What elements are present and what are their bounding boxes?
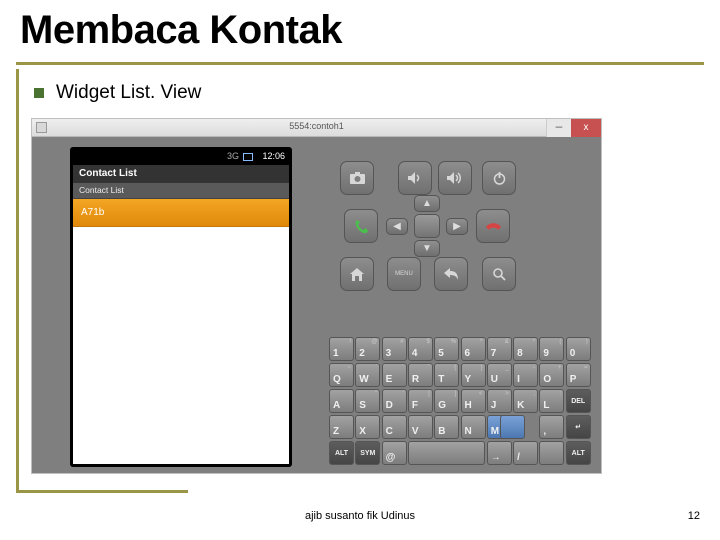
key-t[interactable]: T{	[434, 363, 459, 387]
power-button[interactable]	[482, 161, 516, 195]
volume-up-button[interactable]	[438, 161, 472, 195]
footer-text: ajib susanto fik Udinus	[0, 510, 720, 522]
key-[interactable]	[408, 441, 486, 465]
app-subtitle: Contact List	[73, 183, 289, 199]
key-g[interactable]: G]	[434, 389, 459, 413]
key-v[interactable]: V	[408, 415, 433, 439]
search-button[interactable]	[482, 257, 516, 291]
hangup-button[interactable]	[476, 209, 510, 243]
key-k[interactable]: K;	[513, 389, 538, 413]
key-alt[interactable]: ALT	[566, 441, 591, 465]
accent-bottom	[16, 490, 188, 493]
key-d[interactable]: D'	[382, 389, 407, 413]
key-x[interactable]: X	[355, 415, 380, 439]
key-e[interactable]: E´	[382, 363, 407, 387]
key-0[interactable]: 0)	[566, 337, 591, 361]
title-underline	[16, 62, 704, 65]
menu-button[interactable]: MENU	[387, 257, 421, 291]
key-2[interactable]: 2@	[355, 337, 380, 361]
dpad-left[interactable]: ◀	[386, 218, 408, 235]
close-button[interactable]: x	[571, 119, 601, 137]
camera-button[interactable]	[340, 161, 374, 195]
list-item-selected[interactable]: A71b	[73, 199, 289, 227]
key-z[interactable]: Z	[329, 415, 354, 439]
key-[interactable]	[500, 415, 525, 439]
key-l[interactable]: L:	[539, 389, 564, 413]
accent-left	[16, 69, 19, 493]
key-i[interactable]: I-	[513, 363, 538, 387]
dpad: ▲ ▼ ◀ ▶	[385, 199, 469, 253]
key-j[interactable]: J>	[487, 389, 512, 413]
key-3[interactable]: 3#	[382, 337, 407, 361]
key-4[interactable]: 4$	[408, 337, 433, 361]
minimize-button[interactable]: –	[546, 119, 571, 137]
key-[interactable]	[539, 441, 564, 465]
key-r[interactable]: R¯	[408, 363, 433, 387]
home-button[interactable]	[340, 257, 374, 291]
key-n[interactable]: N	[461, 415, 486, 439]
window-title: 5554:contoh1	[289, 121, 344, 131]
call-button[interactable]	[344, 209, 378, 243]
key-1[interactable]: 1!	[329, 337, 354, 361]
key-u[interactable]: U_	[487, 363, 512, 387]
key-y[interactable]: Y}	[461, 363, 486, 387]
key-7[interactable]: 7&	[487, 337, 512, 361]
window-icon	[36, 122, 47, 133]
app-title: Contact List	[73, 165, 289, 183]
keyboard: 1!2@3#4$5%6^7&8*9(0) Q~W`E´R¯T{Y}U_I-O+P=…	[329, 337, 593, 467]
key-a[interactable]: A	[329, 389, 354, 413]
key-6[interactable]: 6^	[461, 337, 486, 361]
key-/[interactable]: /	[513, 441, 538, 465]
titlebar: 5554:contoh1 – x	[32, 119, 601, 137]
emulator-window: 5554:contoh1 – x 3G 12:06 Contact List C…	[31, 118, 602, 474]
dpad-center[interactable]	[414, 214, 440, 238]
dpad-down[interactable]: ▼	[414, 240, 440, 257]
key-q[interactable]: Q~	[329, 363, 354, 387]
key-9[interactable]: 9(	[539, 337, 564, 361]
dpad-right[interactable]: ▶	[446, 218, 468, 235]
key-c[interactable]: C	[382, 415, 407, 439]
key-↵[interactable]: ↵	[566, 415, 591, 439]
key-5[interactable]: 5%	[434, 337, 459, 361]
signal-icon: 3G	[227, 151, 239, 161]
key-,[interactable]: ,	[539, 415, 564, 439]
key-w[interactable]: W`	[355, 363, 380, 387]
back-button[interactable]	[434, 257, 468, 291]
bullet-icon	[34, 88, 44, 98]
page-number: 12	[688, 510, 700, 522]
key-alt[interactable]: ALT	[329, 441, 354, 465]
key-→[interactable]: →	[487, 441, 512, 465]
phone-device: 3G 12:06 Contact List Contact List A71b	[70, 147, 292, 467]
key-f[interactable]: F[	[408, 389, 433, 413]
key-del[interactable]: DEL	[566, 389, 591, 413]
key-p[interactable]: P=	[566, 363, 591, 387]
dpad-up[interactable]: ▲	[414, 195, 440, 212]
page-title: Membaca Kontak	[20, 8, 342, 53]
subtitle: Widget List. View	[56, 82, 201, 104]
key-@[interactable]: @	[382, 441, 407, 465]
key-sym[interactable]: SYM	[355, 441, 380, 465]
key-s[interactable]: S"	[355, 389, 380, 413]
clock: 12:06	[262, 151, 285, 161]
status-bar: 3G 12:06	[73, 150, 289, 165]
list-body[interactable]	[73, 227, 289, 464]
volume-down-button[interactable]	[398, 161, 432, 195]
key-b[interactable]: B	[434, 415, 459, 439]
key-8[interactable]: 8*	[513, 337, 538, 361]
key-h[interactable]: H<	[461, 389, 486, 413]
battery-icon	[243, 153, 253, 161]
key-o[interactable]: O+	[539, 363, 564, 387]
